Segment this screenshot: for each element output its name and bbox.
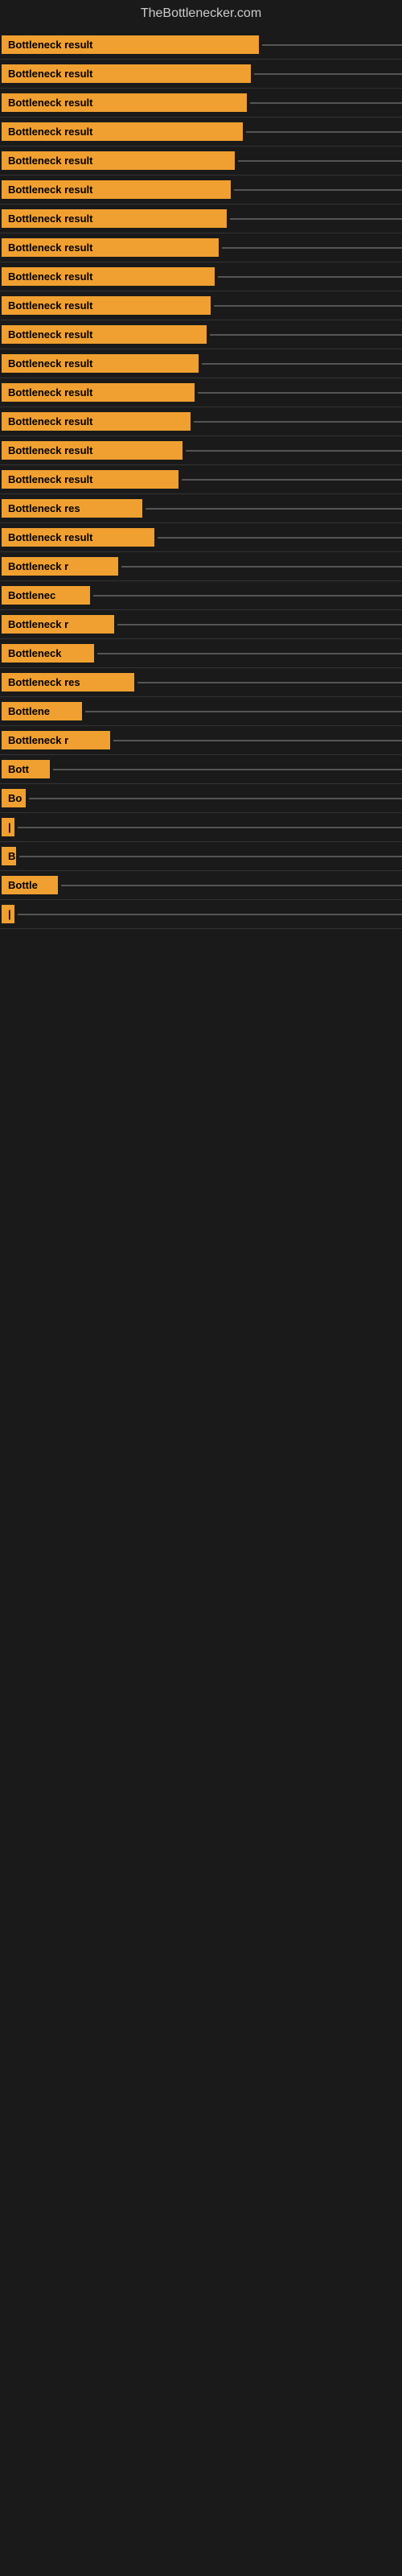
list-item: Bottleneck result	[0, 31, 402, 60]
list-item: Bottleneck	[0, 639, 402, 668]
bar-line	[230, 218, 402, 220]
bottleneck-label: Bo	[2, 789, 26, 807]
bottleneck-label: Bottleneck result	[2, 122, 243, 141]
bar-line	[194, 421, 402, 423]
bottleneck-label: Bottleneck result	[2, 180, 231, 199]
bottleneck-label: Bottlenec	[2, 586, 90, 605]
bottleneck-label: Bottleneck result	[2, 151, 235, 170]
list-item: Bottleneck result	[0, 60, 402, 89]
bottleneck-label: Bottleneck r	[2, 615, 114, 634]
bar-line	[262, 44, 402, 46]
list-item: Bottleneck result	[0, 349, 402, 378]
list-item: Bottleneck result	[0, 320, 402, 349]
bottleneck-label: |	[2, 818, 14, 836]
list-item: |	[0, 900, 402, 929]
bar-line	[246, 131, 402, 133]
list-item: Bottleneck result	[0, 378, 402, 407]
bar-line	[19, 856, 402, 857]
bottleneck-label: |	[2, 905, 14, 923]
bar-line	[234, 189, 402, 191]
bottleneck-label: B	[2, 847, 16, 865]
bottleneck-label: Bottleneck result	[2, 35, 259, 54]
bar-line	[113, 740, 402, 741]
bottleneck-label: Bottle	[2, 876, 58, 894]
list-item: Bottleneck result	[0, 465, 402, 494]
bar-line	[53, 769, 402, 770]
list-item: Bottleneck res	[0, 494, 402, 523]
bottleneck-label: Bottleneck result	[2, 528, 154, 547]
bottleneck-label: Bottleneck result	[2, 238, 219, 257]
list-item: Bottleneck result	[0, 204, 402, 233]
list-item: Bottleneck result	[0, 233, 402, 262]
list-item: Bottleneck r	[0, 610, 402, 639]
list-item: Bottleneck result	[0, 291, 402, 320]
list-item: B	[0, 842, 402, 871]
list-item: Bottleneck result	[0, 147, 402, 175]
bar-line	[218, 276, 402, 278]
list-item: Bottleneck res	[0, 668, 402, 697]
page-title: TheBottlenecker.com	[0, 0, 402, 27]
bar-line	[158, 537, 402, 539]
list-item: Bottleneck result	[0, 89, 402, 118]
list-item: |	[0, 813, 402, 842]
bottleneck-label: Bottleneck r	[2, 731, 110, 749]
bar-line	[186, 450, 402, 452]
bar-line	[93, 595, 402, 597]
bottleneck-label: Bottleneck result	[2, 296, 211, 315]
bar-line	[137, 682, 402, 683]
bar-line	[18, 827, 402, 828]
bar-line	[18, 914, 402, 915]
list-item: Bottleneck result	[0, 523, 402, 552]
bar-line	[182, 479, 402, 481]
bottleneck-label: Bottleneck result	[2, 325, 207, 344]
bar-line	[146, 508, 402, 510]
list-item: Bottleneck result	[0, 436, 402, 465]
bottleneck-label: Bottleneck result	[2, 354, 199, 373]
list-item: Bottleneck r	[0, 726, 402, 755]
bottleneck-label: Bott	[2, 760, 50, 778]
bar-line	[61, 885, 402, 886]
bar-line	[250, 102, 402, 104]
bottleneck-label: Bottleneck res	[2, 673, 134, 691]
bottleneck-label: Bottleneck res	[2, 499, 142, 518]
bottleneck-label: Bottleneck result	[2, 267, 215, 286]
bar-line	[117, 624, 402, 625]
bottleneck-label: Bottlene	[2, 702, 82, 720]
list-item: Bottleneck result	[0, 175, 402, 204]
bar-line	[97, 653, 402, 654]
bottleneck-label: Bottleneck result	[2, 412, 191, 431]
bar-line	[210, 334, 402, 336]
bar-line	[222, 247, 402, 249]
list-item: Bottlene	[0, 697, 402, 726]
bar-line	[254, 73, 402, 75]
list-item: Bottlenec	[0, 581, 402, 610]
bottleneck-label: Bottleneck result	[2, 441, 183, 460]
bar-line	[238, 160, 402, 162]
list-item: Bottleneck result	[0, 407, 402, 436]
bottleneck-label: Bottleneck	[2, 644, 94, 663]
items-container: Bottleneck result Bottleneck result Bottle…	[0, 27, 402, 929]
bottleneck-label: Bottleneck result	[2, 383, 195, 402]
list-item: Bottleneck result	[0, 262, 402, 291]
bar-line	[198, 392, 402, 394]
list-item: Bottleneck result	[0, 118, 402, 147]
bar-line	[121, 566, 402, 568]
bar-line	[202, 363, 402, 365]
bar-line	[29, 798, 402, 799]
list-item: Bottleneck r	[0, 552, 402, 581]
bar-line	[85, 711, 402, 712]
bottleneck-label: Bottleneck result	[2, 64, 251, 83]
bottleneck-label: Bottleneck r	[2, 557, 118, 576]
list-item: Bott	[0, 755, 402, 784]
bottleneck-label: Bottleneck result	[2, 93, 247, 112]
bottleneck-label: Bottleneck result	[2, 470, 178, 489]
bottleneck-label: Bottleneck result	[2, 209, 227, 228]
list-item: Bottle	[0, 871, 402, 900]
bar-line	[214, 305, 402, 307]
list-item: Bo	[0, 784, 402, 813]
